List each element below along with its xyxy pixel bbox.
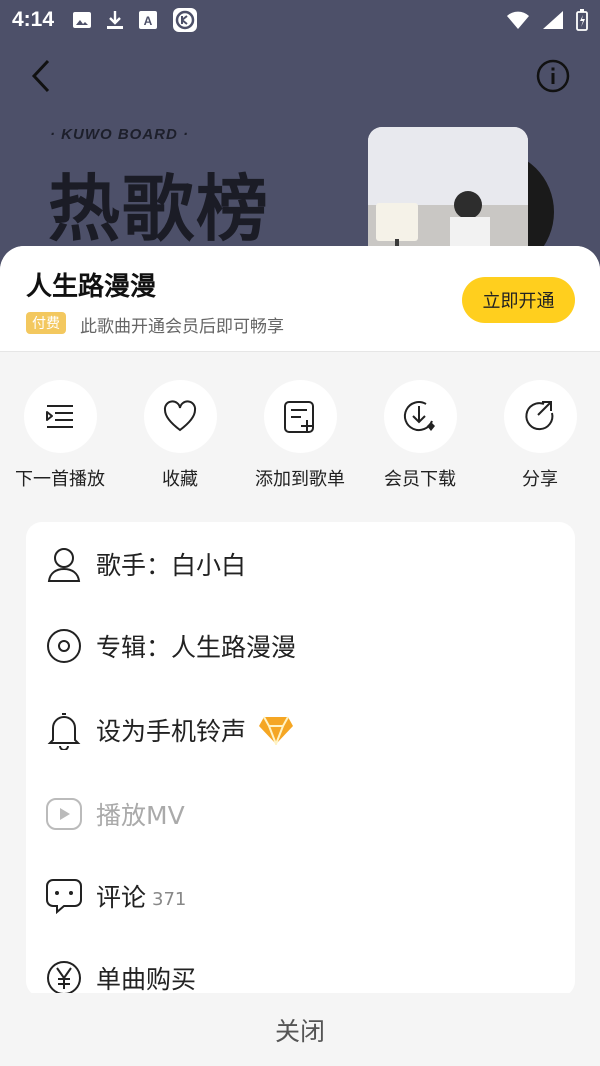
action-add-to-playlist[interactable]: 添加到歌单 [250,380,350,491]
board-title: 热歌榜 [48,167,271,251]
menu-item-mv[interactable]: 播放MV [26,784,575,844]
person-icon [44,544,84,584]
menu-item-label: 播放MV [96,801,185,830]
share-icon [503,380,577,453]
menu-item-label: 专辑：人生路漫漫 [96,633,297,662]
menu-item-label: 单曲购买 [96,965,197,994]
download-notification-icon [107,11,124,29]
paid-tip: 此歌曲开通会员后即可畅享 [80,317,284,337]
menu-item-label: 歌手：白小白 [96,551,247,580]
bell-icon [44,710,84,750]
menu-item-buy-single[interactable]: 单曲购买 [26,948,575,997]
song-title: 人生路漫漫 [26,272,157,302]
menu-item-label: 评论 [96,883,147,912]
close-label: 关闭 [274,1016,325,1046]
sheet-header: 人生路漫漫 付费 此歌曲开通会员后即可畅享 立即开通 [0,246,600,352]
paid-badge: 付费 [26,312,66,334]
chevron-left-icon [31,59,50,93]
menu-card: 歌手：白小白 专辑：人生路漫漫 设为手机铃声 播放MV 评论 371 单曲购买 [26,522,575,997]
comments-count: 371 [152,888,187,910]
back-button[interactable] [22,56,62,96]
image-notification-icon [73,12,92,28]
action-label: 会员下载 [384,469,456,490]
notification-icons: A [72,7,198,33]
action-vip-download[interactable]: 会员下载 [370,380,470,491]
menu-item-ringtone[interactable]: 设为手机铃声 [26,700,575,760]
action-label: 分享 [522,469,558,490]
play-next-icon [23,380,97,453]
heart-icon [143,380,217,453]
play-mv-icon [44,794,84,834]
add-to-playlist-icon [263,380,337,453]
hero-header: 4:14 A · KUWO BOARD · 热歌榜 [0,0,600,270]
battery-icon [576,9,588,31]
yuan-icon [44,958,84,997]
action-label: 收藏 [162,469,198,490]
status-time: 4:14 [12,8,55,31]
kuwo-app-icon [173,8,198,32]
action-label: 添加到歌单 [255,469,345,490]
menu-item-artist[interactable]: 歌手：白小白 [26,534,575,594]
action-share[interactable]: 分享 [490,380,590,491]
menu-item-comments[interactable]: 评论 371 [26,866,575,926]
status-bar: 4:14 A [0,0,600,40]
action-favorite[interactable]: 收藏 [130,380,230,491]
song-options-sheet: 人生路漫漫 付费 此歌曲开通会员后即可畅享 立即开通 下一首播放 收藏 添加到歌… [0,246,600,1066]
font-notification-icon: A [139,11,158,29]
action-play-next[interactable]: 下一首播放 [10,380,110,491]
vip-download-icon [383,380,457,453]
svg-text:A: A [144,14,153,28]
action-label: 下一首播放 [15,469,105,490]
wifi-icon [507,11,529,29]
close-button[interactable]: 关闭 [0,993,600,1066]
disc-icon [44,626,84,666]
info-button[interactable] [535,58,571,94]
vip-diamond-icon [259,716,294,745]
open-vip-button[interactable]: 立即开通 [462,277,575,323]
menu-item-label: 设为手机铃声 [96,717,247,746]
menu-item-album[interactable]: 专辑：人生路漫漫 [26,616,575,676]
board-label: · KUWO BOARD · [50,126,189,143]
info-icon [536,59,570,93]
comment-icon [44,876,84,916]
signal-icon [543,11,563,29]
quick-actions: 下一首播放 收藏 添加到歌单 会员下载 分享 [0,380,600,500]
